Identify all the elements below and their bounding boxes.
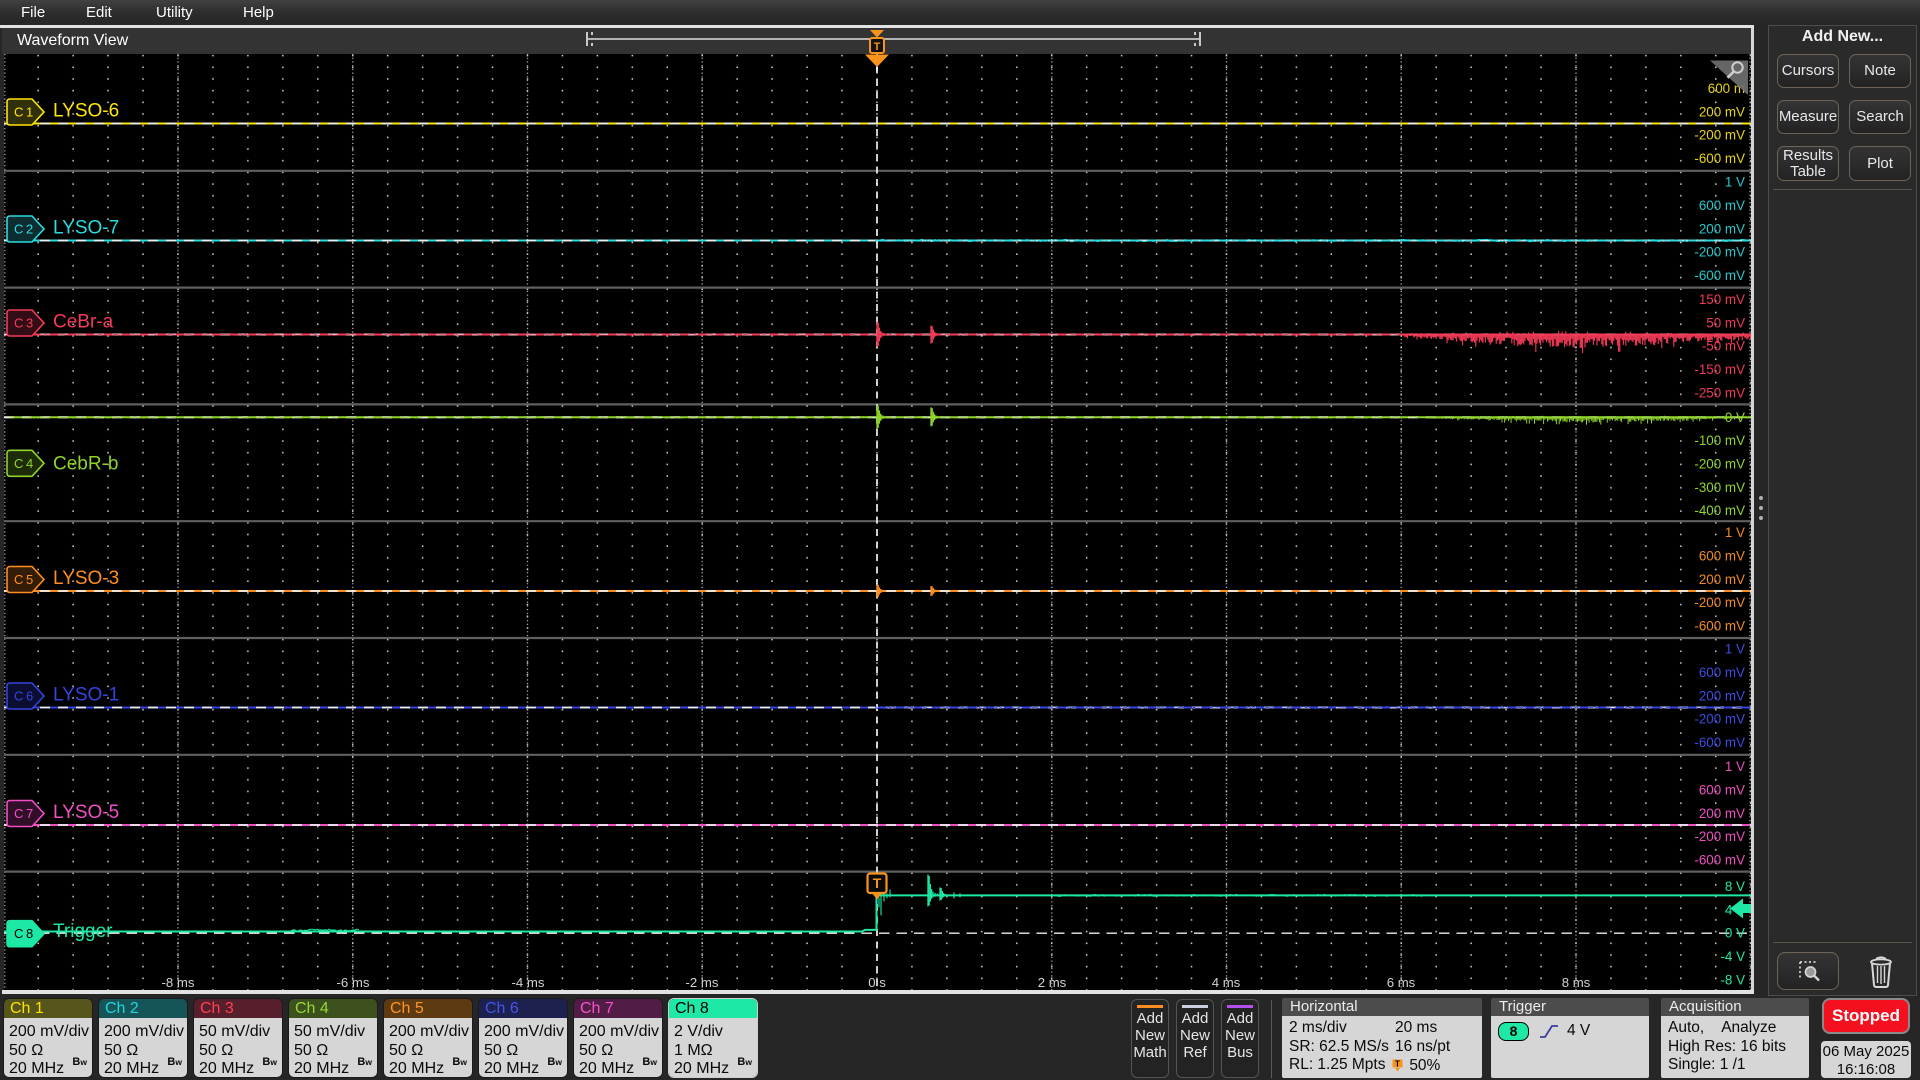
svg-text:-300 mV: -300 mV	[1694, 480, 1745, 495]
svg-text:600 mV: 600 mV	[1699, 549, 1745, 564]
svg-text:-200 mV: -200 mV	[1694, 128, 1745, 143]
svg-text:200 mV: 200 mV	[1699, 806, 1745, 821]
svg-text:600 mV: 600 mV	[1699, 198, 1745, 213]
svg-text:0 s: 0 s	[868, 975, 886, 990]
svg-text:T: T	[874, 41, 881, 53]
svg-text:CeBr-a: CeBr-a	[53, 312, 114, 333]
svg-text:LYSO-6: LYSO-6	[53, 101, 119, 122]
svg-text:-200 mV: -200 mV	[1694, 457, 1745, 472]
svg-text:-400 mV: -400 mV	[1694, 503, 1745, 518]
svg-text:-200 mV: -200 mV	[1694, 595, 1745, 610]
svg-text:0 V: 0 V	[1725, 926, 1745, 941]
svg-text:-8 ms: -8 ms	[162, 975, 195, 990]
svg-text:1 V: 1 V	[1725, 759, 1745, 774]
svg-text:-600 mV: -600 mV	[1694, 853, 1745, 868]
svg-text:-4 V: -4 V	[1720, 949, 1745, 964]
svg-text:C 1: C 1	[14, 105, 33, 120]
svg-text:6 ms: 6 ms	[1387, 975, 1416, 990]
svg-text:200 mV: 200 mV	[1699, 572, 1745, 587]
svg-text:0 V: 0 V	[1725, 410, 1745, 425]
svg-text:-6 ms: -6 ms	[337, 975, 370, 990]
svg-text:200 mV: 200 mV	[1699, 688, 1745, 703]
svg-text:-600 mV: -600 mV	[1694, 619, 1745, 634]
svg-text:C 2: C 2	[14, 222, 33, 237]
svg-text:-600 mV: -600 mV	[1694, 151, 1745, 166]
svg-text:-50 mV: -50 mV	[1702, 339, 1745, 354]
svg-text:CebR-b: CebR-b	[53, 453, 118, 474]
svg-text:T: T	[1395, 1060, 1400, 1069]
svg-text:50 mV: 50 mV	[1706, 315, 1745, 330]
svg-text:200 mV: 200 mV	[1699, 104, 1745, 119]
svg-text:LYSO-5: LYSO-5	[53, 802, 119, 823]
svg-text:Trigger: Trigger	[53, 921, 113, 942]
svg-text:-200 mV: -200 mV	[1694, 245, 1745, 260]
svg-text:T: T	[873, 875, 882, 891]
svg-text:LYSO-3: LYSO-3	[53, 568, 119, 589]
svg-text:-200 mV: -200 mV	[1694, 712, 1745, 727]
svg-text:C 8: C 8	[14, 926, 33, 941]
svg-text:150 mV: 150 mV	[1699, 292, 1745, 307]
svg-text:2 ms: 2 ms	[1038, 975, 1067, 990]
svg-text:C 4: C 4	[14, 456, 33, 471]
svg-text:-600 mV: -600 mV	[1694, 735, 1745, 750]
svg-text:-2 ms: -2 ms	[686, 975, 719, 990]
svg-text:-250 mV: -250 mV	[1694, 385, 1745, 400]
svg-text:LYSO-7: LYSO-7	[53, 218, 119, 239]
svg-text:C 3: C 3	[14, 316, 33, 331]
svg-text:-200 mV: -200 mV	[1694, 829, 1745, 844]
svg-text:8 ms: 8 ms	[1562, 975, 1591, 990]
svg-text:1 V: 1 V	[1725, 525, 1745, 540]
svg-text:4 ms: 4 ms	[1212, 975, 1241, 990]
svg-text:C 6: C 6	[14, 689, 33, 704]
svg-text:8 V: 8 V	[1725, 879, 1745, 894]
svg-text:-150 mV: -150 mV	[1694, 362, 1745, 377]
svg-text:600 mV: 600 mV	[1699, 665, 1745, 680]
svg-text:1 V: 1 V	[1725, 642, 1745, 657]
svg-text:LYSO-1: LYSO-1	[53, 685, 119, 706]
svg-text:200 mV: 200 mV	[1699, 221, 1745, 236]
svg-text:-100 mV: -100 mV	[1694, 433, 1745, 448]
svg-text:1 V: 1 V	[1725, 175, 1745, 190]
svg-text:-8 V: -8 V	[1720, 972, 1745, 987]
svg-text:C 5: C 5	[14, 572, 33, 587]
svg-text:-600 mV: -600 mV	[1694, 268, 1745, 283]
svg-text:600 mV: 600 mV	[1699, 783, 1745, 798]
svg-text:C 7: C 7	[14, 806, 33, 821]
svg-text:-4 ms: -4 ms	[512, 975, 545, 990]
